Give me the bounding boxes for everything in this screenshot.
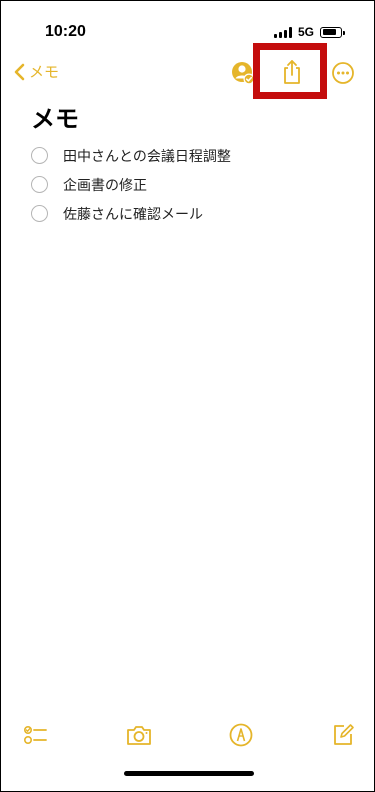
checklist: 田中さんとの会議日程調整 企画書の修正 佐藤さんに確認メール (31, 141, 231, 228)
ellipsis-circle-icon (332, 62, 354, 84)
note-title[interactable]: メモ (31, 99, 79, 134)
checklist-icon (23, 726, 47, 745)
checklist-item-text[interactable]: 佐藤さんに確認メール (63, 204, 203, 224)
markup-button[interactable] (227, 721, 255, 749)
status-bar: 10:20 5G (1, 1, 374, 45)
checklist-item[interactable]: 企画書の修正 (31, 170, 231, 199)
share-button[interactable] (275, 55, 309, 89)
markup-icon (229, 723, 253, 747)
checklist-button[interactable] (21, 721, 49, 749)
screen: 10:20 5G メモ メモ 田中さんとの会議日程調整 企画書の修正 佐藤さんに… (0, 0, 375, 792)
back-button[interactable]: メモ (13, 61, 59, 82)
camera-icon (127, 726, 151, 745)
home-indicator[interactable] (124, 771, 254, 776)
checkbox-circle-icon[interactable] (31, 205, 48, 222)
signal-icon (273, 26, 292, 38)
status-indicators: 5G (273, 25, 345, 39)
back-label: メモ (29, 63, 60, 81)
compose-button[interactable] (329, 721, 357, 749)
checklist-item[interactable]: 田中さんとの会議日程調整 (31, 141, 231, 170)
checkbox-circle-icon[interactable] (31, 147, 48, 164)
checklist-item[interactable]: 佐藤さんに確認メール (31, 199, 231, 228)
more-button[interactable] (329, 59, 357, 87)
camera-button[interactable] (125, 721, 153, 749)
share-icon (284, 60, 300, 84)
battery-icon (320, 26, 345, 38)
status-time: 10:20 (45, 23, 86, 40)
collaborate-button[interactable] (229, 59, 257, 87)
compose-icon (334, 724, 354, 745)
checklist-item-text[interactable]: 田中さんとの会議日程調整 (63, 146, 231, 166)
chevron-left-icon (14, 63, 25, 80)
bottom-toolbar (1, 717, 374, 753)
checkbox-circle-icon[interactable] (31, 176, 48, 193)
checklist-item-text[interactable]: 企画書の修正 (63, 175, 147, 195)
person-checkmark-icon (232, 62, 255, 85)
nav-bar: メモ (1, 51, 374, 95)
network-label: 5G (297, 25, 314, 39)
